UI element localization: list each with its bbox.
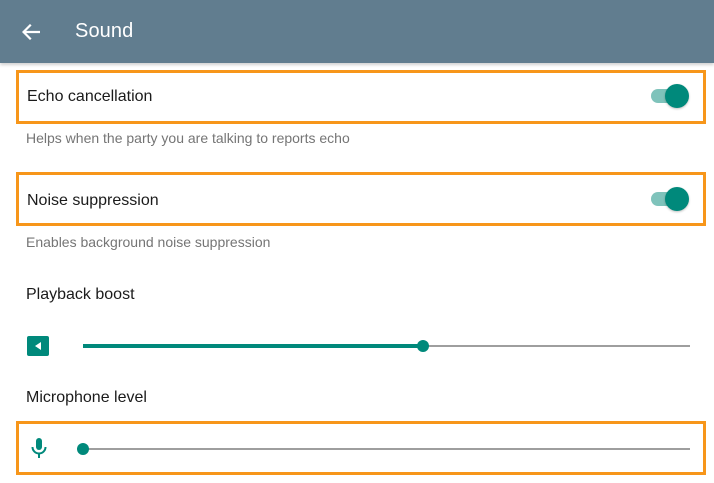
app-bar: Sound [0,0,714,63]
microphone-icon [31,438,47,458]
echo-cancellation-row[interactable]: Echo cancellation [16,70,706,124]
noise-suppression-description: Enables background noise suppression [26,234,271,250]
toggle-thumb [665,84,689,108]
playback-boost-slider[interactable] [83,336,690,356]
echo-cancellation-label: Echo cancellation [27,88,153,105]
sound-settings-screen: Sound Echo cancellation Helps when the p… [0,0,714,483]
microphone-level-label: Microphone level [26,389,147,406]
echo-cancellation-toggle[interactable] [647,84,689,108]
noise-suppression-label: Noise suppression [27,192,159,209]
arrow-left-icon [22,24,40,40]
speaker-icon [27,336,49,356]
playback-boost-label: Playback boost [26,286,135,303]
toggle-thumb [665,187,689,211]
page-title: Sound [75,20,134,42]
echo-cancellation-description: Helps when the party you are talking to … [26,130,350,146]
slider-rail [83,448,690,450]
noise-suppression-toggle[interactable] [647,187,689,211]
slider-thumb[interactable] [77,443,89,455]
slider-thumb[interactable] [417,340,429,352]
noise-suppression-row[interactable]: Noise suppression [16,172,706,226]
slider-fill [83,344,423,348]
microphone-level-slider[interactable] [77,439,690,459]
back-button[interactable] [16,17,46,47]
